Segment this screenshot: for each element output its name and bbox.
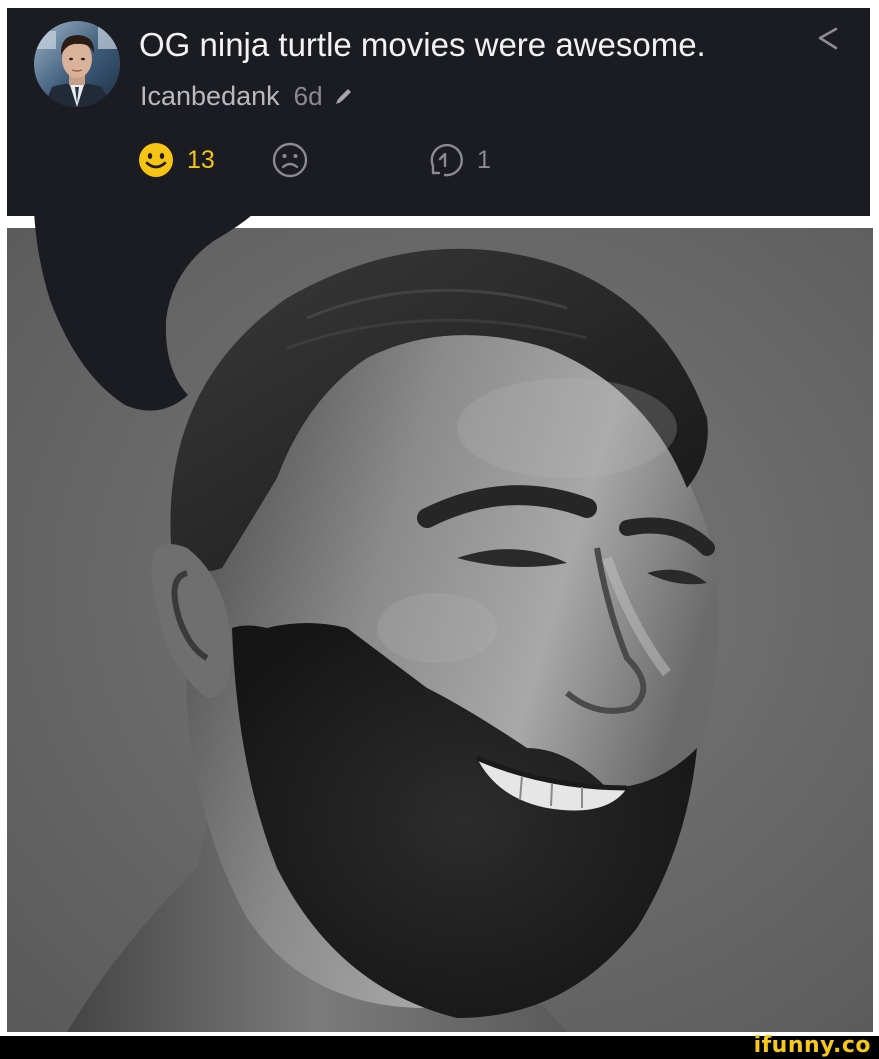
pencil-icon xyxy=(333,85,355,107)
reply-button[interactable]: 1 xyxy=(425,140,491,180)
avatar-photo-icon xyxy=(34,21,120,107)
username-link[interactable]: Icanbedank xyxy=(140,79,280,113)
unsmile-button[interactable] xyxy=(270,140,310,180)
reply-count: 1 xyxy=(477,145,491,174)
comment-actions: 13 1 xyxy=(137,140,537,180)
ifunny-watermark: ifunny.co xyxy=(753,1033,871,1058)
meme-photo xyxy=(7,228,873,1032)
comment-card: OG ninja turtle movies were awesome. Ica… xyxy=(7,8,870,216)
comment-meta: Icanbedank 6d xyxy=(140,78,355,114)
avatar[interactable] xyxy=(34,21,120,107)
bearded-man-photo-icon xyxy=(7,228,873,1032)
frown-icon xyxy=(272,142,308,178)
timestamp: 6d xyxy=(293,81,323,111)
reply-icon xyxy=(430,143,463,177)
comment-text: OG ninja turtle movies were awesome. xyxy=(139,26,706,63)
share-icon[interactable] xyxy=(815,26,841,52)
smile-count: 13 xyxy=(187,145,215,174)
page: OG ninja turtle movies were awesome. Ica… xyxy=(0,0,879,1059)
smile-button[interactable]: 13 xyxy=(137,140,215,180)
footer-bar: ifunny.co xyxy=(0,1033,879,1059)
smile-icon xyxy=(139,143,173,177)
